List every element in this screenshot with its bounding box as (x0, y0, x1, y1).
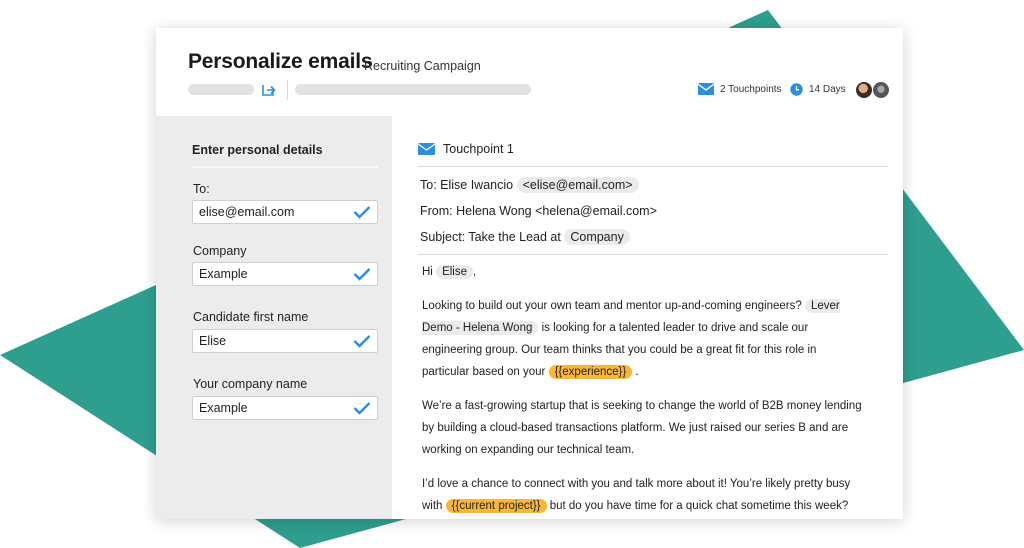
envelope-icon (418, 143, 435, 155)
email-subject-line: Subject: Take the Lead at Company (420, 229, 630, 245)
email-to-text: To: Elise Iwancio (420, 178, 514, 192)
greeting-text: Hi (422, 266, 433, 278)
personal-details-heading: Enter personal details (192, 143, 323, 157)
candidate-first-name-field[interactable] (192, 329, 378, 353)
avatar[interactable] (873, 82, 889, 98)
clock-icon (790, 83, 803, 96)
greeting: Hi Elise, (422, 261, 862, 283)
touchpoints-count: 2 Touchpoints (720, 83, 782, 95)
check-icon (353, 335, 371, 348)
touchpoint-header: Touchpoint 1 (418, 142, 514, 156)
candidate-first-name-label: Candidate first name (193, 310, 309, 324)
personal-details-panel: Enter personal details To: Company Candi… (156, 116, 392, 519)
divider (192, 166, 378, 168)
subject-company-tag: Company (564, 229, 630, 245)
paragraph-3: I’d love a chance to connect with you an… (422, 473, 862, 517)
check-icon (353, 268, 371, 281)
email-from-line: From: Helena Wong <helena@email.com> (420, 204, 657, 218)
email-to-line: To: Elise Iwancio <elise@email.com> (420, 177, 639, 193)
to-input[interactable] (199, 205, 339, 219)
candidate-first-name-input[interactable] (199, 334, 339, 348)
share-icon[interactable] (261, 81, 277, 97)
duration-text: 14 Days (809, 84, 846, 95)
paragraph-2: We’re a fast-growing startup that is see… (422, 400, 862, 456)
page-title: Personalize emails (188, 50, 373, 73)
current-project-variable[interactable]: {{current project}} (445, 499, 547, 513)
experience-variable[interactable]: {{experience}} (548, 365, 633, 379)
touchpoint-title: Touchpoint 1 (443, 142, 514, 156)
your-company-name-field[interactable] (192, 396, 378, 420)
avatar[interactable] (856, 82, 872, 98)
p1-end: . (635, 366, 639, 378)
divider (418, 166, 888, 167)
header: Personalize emails Recruiting Campaign 2… (156, 28, 903, 116)
to-field[interactable] (192, 200, 378, 224)
page-subtitle: Recruiting Campaign (364, 59, 481, 73)
header-separator (287, 80, 288, 100)
check-icon (353, 206, 371, 219)
placeholder-bar-long (295, 84, 531, 95)
p1-text-a: Looking to build out your own team and m… (422, 300, 802, 312)
p3-text-b: but do you have time for a quick chat so… (549, 500, 849, 512)
placeholder-bar (188, 84, 254, 95)
to-label: To: (193, 182, 210, 196)
email-subject-text: Subject: Take the Lead at (420, 230, 561, 244)
your-company-name-input[interactable] (199, 401, 339, 415)
duration-meta: 14 Days (790, 83, 846, 96)
email-to-tag: <elise@email.com> (516, 177, 639, 193)
divider (418, 254, 888, 255)
company-field[interactable] (192, 262, 378, 286)
check-icon (353, 402, 371, 415)
email-body: Hi Elise, Looking to build out your own … (422, 261, 862, 517)
candidate-name-tag: Elise (436, 265, 474, 279)
paragraph-1: Looking to build out your own team and m… (422, 295, 862, 383)
personalize-emails-card: Personalize emails Recruiting Campaign 2… (156, 28, 903, 519)
touchpoints-meta: 2 Touchpoints (698, 83, 782, 95)
email-preview-panel: Touchpoint 1 To: Elise Iwancio <elise@em… (392, 116, 903, 519)
envelope-icon (698, 83, 714, 95)
greeting-comma: , (473, 266, 477, 278)
company-label: Company (193, 244, 247, 258)
your-company-name-label: Your company name (193, 377, 308, 391)
company-input[interactable] (199, 267, 339, 281)
